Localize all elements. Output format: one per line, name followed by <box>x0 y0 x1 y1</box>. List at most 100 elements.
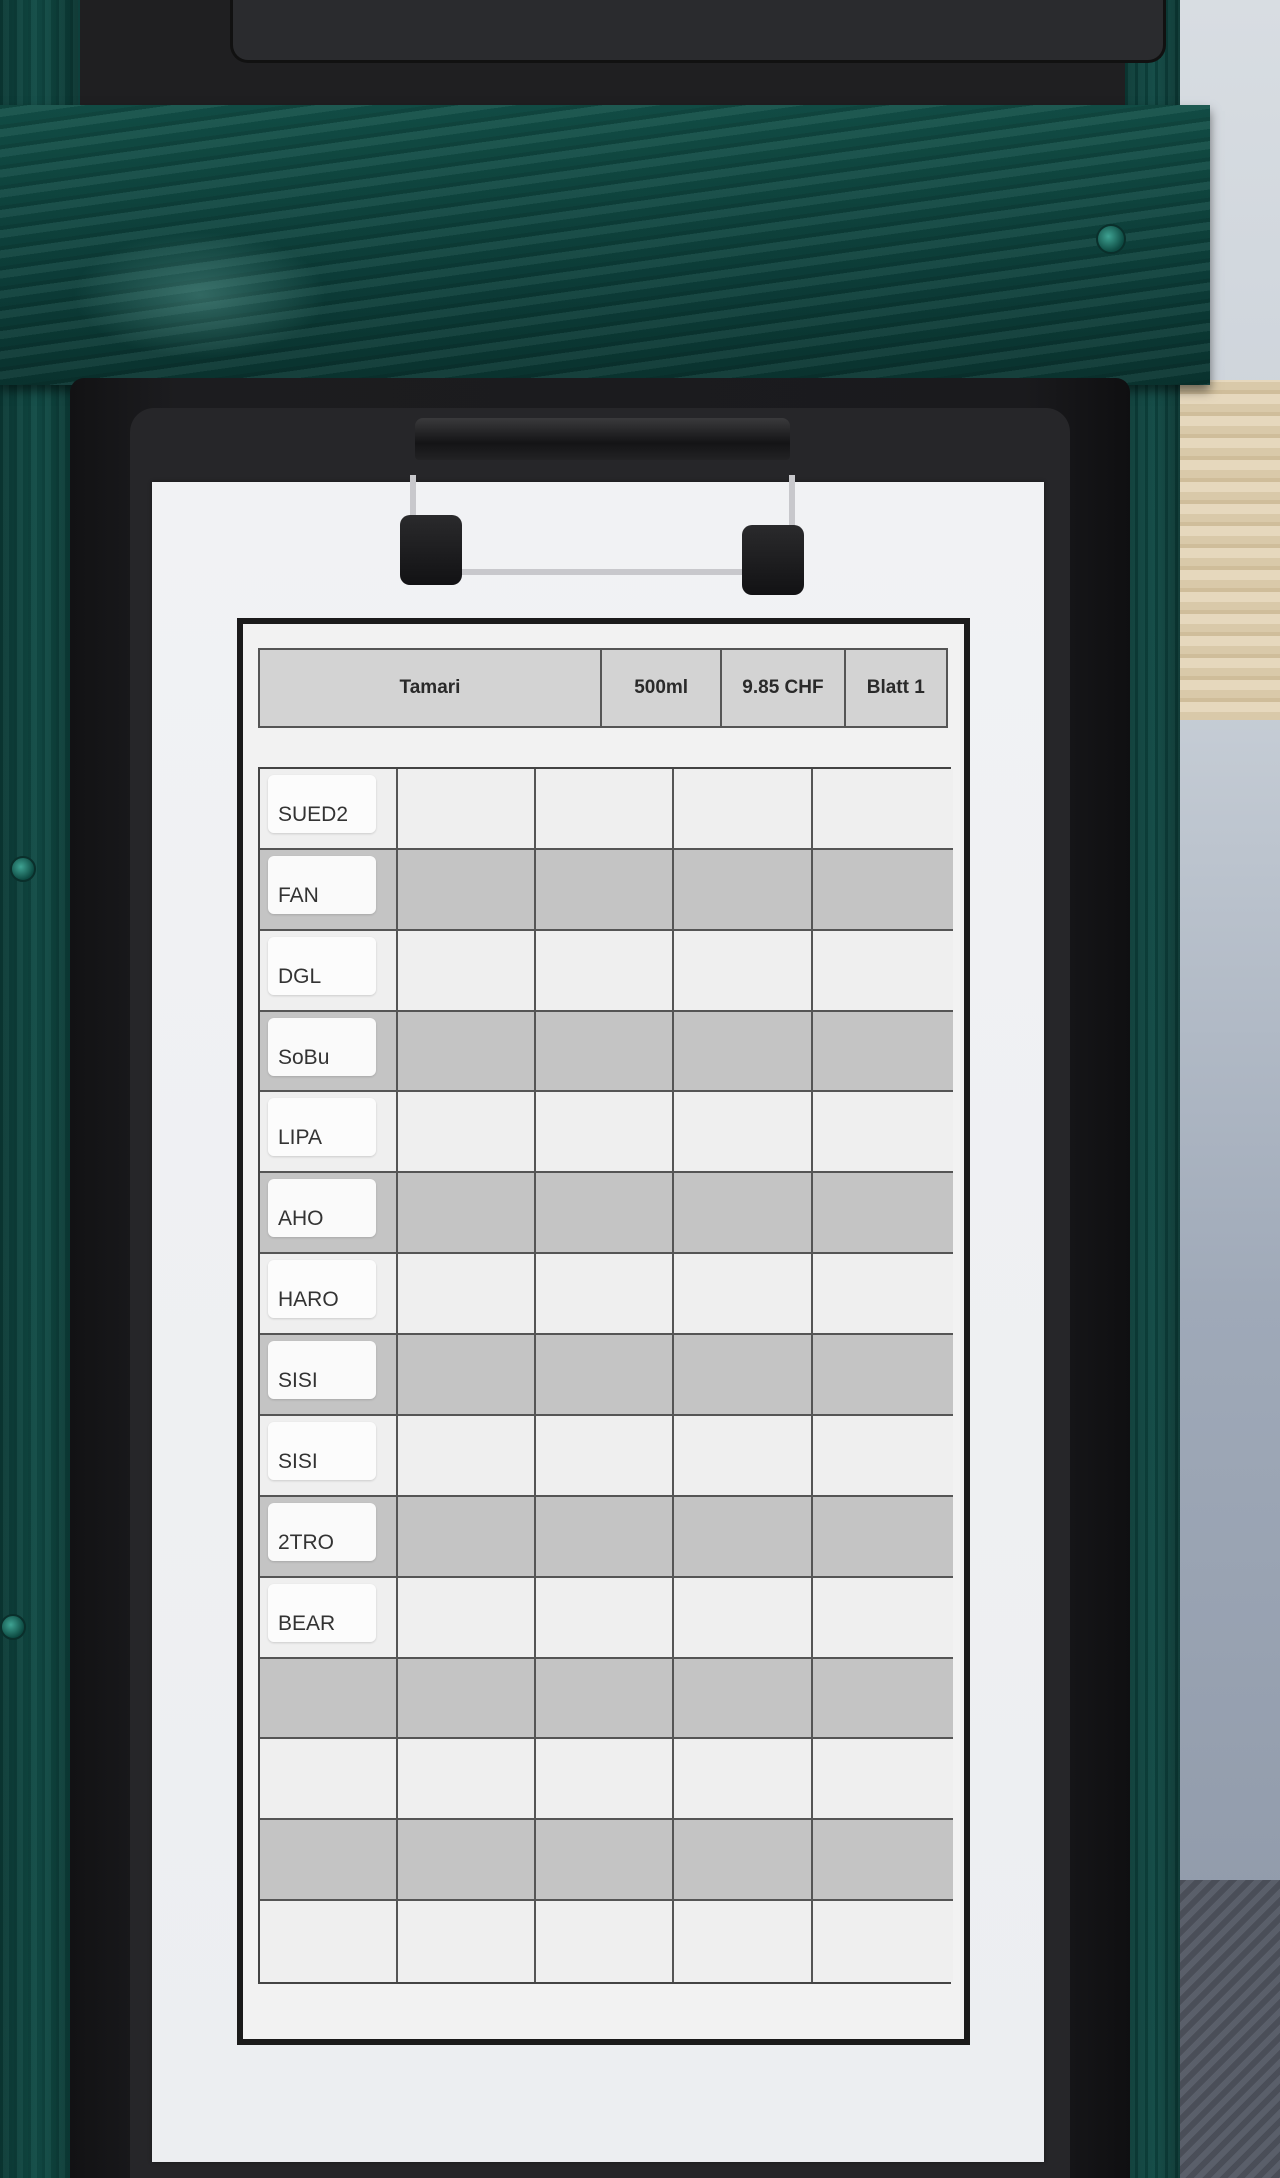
tally-cell[interactable] <box>536 1496 674 1578</box>
tally-cell[interactable] <box>674 1254 813 1336</box>
name-cell[interactable]: SoBu <box>260 1011 398 1093</box>
tally-cell[interactable] <box>536 1739 674 1821</box>
tally-cell[interactable] <box>398 1173 536 1255</box>
tally-cell[interactable] <box>813 1820 953 1902</box>
tally-cell[interactable] <box>813 1335 953 1416</box>
tally-cell[interactable] <box>398 1092 536 1174</box>
tally-cell[interactable] <box>674 930 813 1012</box>
tally-cell[interactable] <box>398 1254 536 1336</box>
tally-cell[interactable] <box>398 1415 536 1497</box>
tally-cell[interactable] <box>813 1254 953 1336</box>
name-sticker: DGL <box>268 936 376 995</box>
name-cell[interactable] <box>260 1739 398 1821</box>
tally-cell[interactable] <box>813 849 953 931</box>
name-cell[interactable]: LIPA <box>260 1092 398 1174</box>
tally-cell[interactable] <box>536 1658 674 1740</box>
tally-cell[interactable] <box>674 1496 813 1578</box>
tally-cell[interactable] <box>536 1092 674 1174</box>
tally-cell[interactable] <box>398 1820 536 1902</box>
name-cell[interactable]: SISI <box>260 1335 398 1416</box>
tally-cell[interactable] <box>674 1820 813 1902</box>
tally-cell[interactable] <box>674 1739 813 1821</box>
tally-cell[interactable] <box>536 1335 674 1416</box>
sheet-page: Blatt 1 <box>866 677 925 698</box>
tally-cell[interactable] <box>674 769 813 850</box>
name-sticker: SISI <box>268 1341 376 1400</box>
tally-cell[interactable] <box>813 1658 953 1740</box>
tally-cell[interactable] <box>674 1901 813 1982</box>
name-cell[interactable]: SISI <box>260 1415 398 1497</box>
tally-cell[interactable] <box>398 849 536 931</box>
tally-cell[interactable] <box>536 1011 674 1093</box>
floor <box>1178 1880 1280 2178</box>
tally-cell[interactable] <box>536 1820 674 1902</box>
name-cell[interactable]: SUED2 <box>260 769 398 850</box>
green-wood-crossbeam <box>0 105 1210 385</box>
name-cell[interactable]: BEAR <box>260 1577 398 1659</box>
tally-cell[interactable] <box>674 1577 813 1659</box>
name-cell[interactable]: 2TRO <box>260 1496 398 1578</box>
clip-foot-left <box>400 515 462 585</box>
device-screen-frame <box>230 0 1166 63</box>
tally-cell[interactable] <box>674 1658 813 1740</box>
tally-cell[interactable] <box>536 1254 674 1336</box>
name-cell[interactable]: AHO <box>260 1173 398 1255</box>
tally-cell[interactable] <box>674 1415 813 1497</box>
name-cell[interactable] <box>260 1820 398 1902</box>
tally-cell[interactable] <box>674 1092 813 1174</box>
tally-cell[interactable] <box>813 1415 953 1497</box>
tally-cell[interactable] <box>813 1577 953 1659</box>
name-sticker: 2TRO <box>268 1502 376 1561</box>
tally-cell[interactable] <box>536 849 674 931</box>
tally-cell[interactable] <box>813 1496 953 1578</box>
clipboard-clip[interactable] <box>415 418 790 460</box>
name-sticker: FAN <box>268 855 376 914</box>
tally-cell[interactable] <box>398 1901 536 1982</box>
tally-cell[interactable] <box>674 1173 813 1255</box>
tally-cell[interactable] <box>674 1335 813 1416</box>
product-name: Tamari <box>260 650 602 726</box>
tally-cell[interactable] <box>536 1173 674 1255</box>
name-cell[interactable] <box>260 1658 398 1740</box>
name-sticker: SUED2 <box>268 775 376 833</box>
name-sticker: SoBu <box>268 1017 376 1076</box>
name-cell[interactable]: DGL <box>260 930 398 1012</box>
name-sticker: AHO <box>268 1179 376 1238</box>
sheet-header: Tamari 500ml 9.85 CHF Blatt 1 <box>258 648 948 728</box>
tally-cell[interactable] <box>536 1577 674 1659</box>
tally-cell[interactable] <box>536 1415 674 1497</box>
name-cell[interactable]: HARO <box>260 1254 398 1336</box>
tally-cell[interactable] <box>398 930 536 1012</box>
tally-cell[interactable] <box>398 1496 536 1578</box>
tally-cell[interactable] <box>398 1739 536 1821</box>
name-sticker: BEAR <box>268 1583 376 1642</box>
volume: 500ml <box>602 650 723 726</box>
screw-icon <box>1096 224 1126 254</box>
tally-cell[interactable] <box>813 1092 953 1174</box>
tally-cell[interactable] <box>398 1335 536 1416</box>
name-sticker: LIPA <box>268 1098 376 1157</box>
tally-cell[interactable] <box>813 1739 953 1821</box>
tally-cell[interactable] <box>813 1011 953 1093</box>
name-cell[interactable]: FAN <box>260 849 398 931</box>
device-above <box>80 0 1166 108</box>
tally-cell[interactable] <box>813 1173 953 1255</box>
tally-cell[interactable] <box>813 769 953 850</box>
tally-cell[interactable] <box>398 1577 536 1659</box>
tally-cell[interactable] <box>398 769 536 850</box>
tally-grid: SUED2 FAN DGL SoBu LIPA AHO HARO SISI SISI 2TRO BE… <box>258 767 953 1984</box>
tally-cell[interactable] <box>398 1658 536 1740</box>
tally-cell[interactable] <box>674 849 813 931</box>
name-cell[interactable] <box>260 1901 398 1982</box>
price: 9.85 CHF <box>722 650 846 726</box>
tally-cell[interactable] <box>536 1901 674 1982</box>
tally-cell[interactable] <box>813 930 953 1012</box>
photo-scene: Tamari 500ml 9.85 CHF Blatt 1 SUED2 FAN DG… <box>0 0 1280 2178</box>
tally-cell[interactable] <box>536 930 674 1012</box>
screw-icon <box>10 856 36 882</box>
tally-cell[interactable] <box>536 769 674 850</box>
tally-cell[interactable] <box>674 1011 813 1093</box>
tally-cell[interactable] <box>813 1901 953 1982</box>
name-sticker: HARO <box>268 1260 376 1319</box>
tally-cell[interactable] <box>398 1011 536 1093</box>
